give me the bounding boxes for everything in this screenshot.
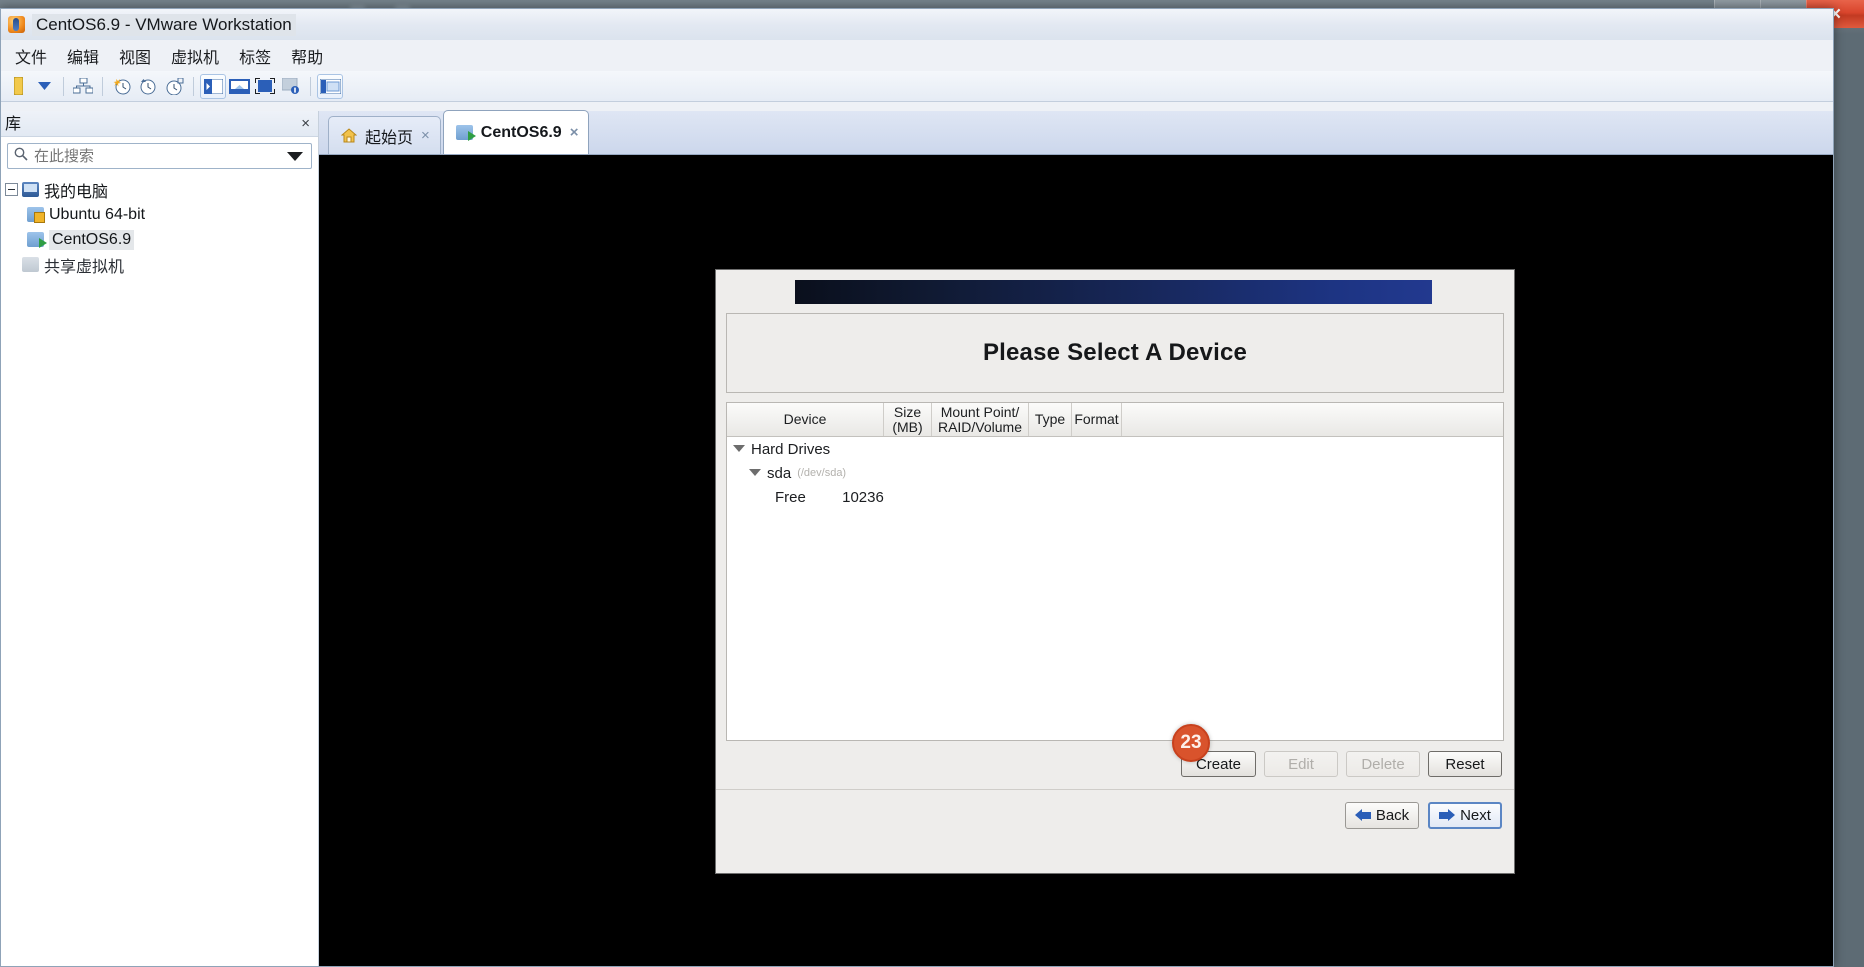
table-body: Hard Drives sda (/dev/sda) Free 10236 xyxy=(727,437,1503,740)
cell-device: Free xyxy=(775,488,806,506)
tab-label: CentOS6.9 xyxy=(480,123,562,141)
column-header-mount-line2: RAID/Volume xyxy=(937,418,1023,435)
cell-device-path: (/dev/sda) xyxy=(797,467,847,479)
tree-item-centos[interactable]: CentOS6.9 xyxy=(1,227,318,252)
chevron-down-icon[interactable] xyxy=(749,467,761,479)
revert-snapshot-icon[interactable] xyxy=(135,74,161,99)
vm-settings-icon[interactable] xyxy=(278,74,304,99)
tab-centos[interactable]: CentOS6.9 × xyxy=(442,110,590,154)
edit-button: Edit xyxy=(1264,751,1338,777)
column-header-format[interactable]: Format xyxy=(1072,403,1122,436)
column-header-size-line2: (MB) xyxy=(892,418,923,435)
take-snapshot-icon[interactable] xyxy=(109,74,135,99)
arrow-left-icon xyxy=(1354,809,1371,822)
fullscreen-stretch-icon[interactable] xyxy=(226,74,252,99)
column-header-filler xyxy=(1122,403,1503,436)
show-library-icon[interactable] xyxy=(317,73,343,99)
table-row[interactable]: Hard Drives xyxy=(727,437,1503,461)
device-table: Device Size (MB) Mount Point/ RAID/Volum… xyxy=(726,402,1504,741)
screen: ································ × CentO… xyxy=(0,0,1864,967)
power-menu-caret-icon[interactable] xyxy=(31,74,57,99)
chevron-down-icon[interactable] xyxy=(733,443,745,455)
delete-button: Delete xyxy=(1346,751,1420,777)
menu-view[interactable]: 视图 xyxy=(109,41,161,71)
menu-file[interactable]: 文件 xyxy=(5,41,57,71)
next-button[interactable]: Next xyxy=(1428,802,1502,829)
reset-button[interactable]: Reset xyxy=(1428,751,1502,777)
home-icon xyxy=(340,128,358,143)
device-action-buttons: Create Edit Delete Reset xyxy=(716,751,1502,777)
library-header: 库 × xyxy=(1,111,318,137)
tab-home[interactable]: 起始页 × xyxy=(328,116,441,154)
unity-mode-icon[interactable] xyxy=(252,74,278,99)
select-device-dialog: Please Select A Device Device Size (MB) … xyxy=(715,269,1515,874)
menu-vm[interactable]: 虚拟机 xyxy=(161,41,229,71)
page-title: Please Select A Device xyxy=(982,339,1248,366)
cell-size: 10236 xyxy=(842,488,884,506)
tree-item-label: Ubuntu 64-bit xyxy=(49,205,146,223)
cell-device: Hard Drives xyxy=(751,440,831,458)
tab-label: 起始页 xyxy=(365,129,414,147)
tree-item-label: CentOS6.9 xyxy=(49,229,135,250)
column-header-device[interactable]: Device xyxy=(727,403,884,436)
menu-bar: 文件 编辑 视图 虚拟机 标签 帮助 xyxy=(1,40,1833,71)
vmware-icon xyxy=(8,16,25,33)
back-button[interactable]: Back xyxy=(1345,802,1419,829)
menu-help[interactable]: 帮助 xyxy=(281,41,333,71)
title-bar: CentOS6.9 - VMware Workstation xyxy=(1,9,1833,40)
tab-strip: 起始页 × CentOS6.9 × xyxy=(319,110,1833,155)
banner-area xyxy=(716,270,1514,304)
tree-item-my-computer[interactable]: 我的电脑 xyxy=(1,177,318,202)
search-input[interactable] xyxy=(34,147,279,165)
column-header-size[interactable]: Size (MB) xyxy=(884,403,932,436)
menu-tabs[interactable]: 标签 xyxy=(229,41,281,71)
table-row[interactable]: sda (/dev/sda) xyxy=(727,461,1503,485)
table-header-row: Device Size (MB) Mount Point/ RAID/Volum… xyxy=(727,403,1503,437)
tool-bar xyxy=(1,71,1833,102)
vm-running-icon xyxy=(455,125,476,141)
library-search[interactable] xyxy=(7,143,312,169)
divider xyxy=(716,789,1514,790)
menu-edit[interactable]: 编辑 xyxy=(57,41,109,71)
window-title: CentOS6.9 - VMware Workstation xyxy=(32,13,296,36)
column-header-size-line1: Size xyxy=(893,403,922,420)
dialog-title-panel: Please Select A Device xyxy=(726,313,1504,393)
table-row[interactable]: Free 10236 xyxy=(727,485,1503,509)
expander-icon[interactable] xyxy=(5,183,18,196)
wizard-nav-buttons: Back Next xyxy=(716,802,1502,829)
next-button-label: Next xyxy=(1460,807,1491,824)
tab-close-icon[interactable]: × xyxy=(421,127,430,144)
console-view-icon[interactable] xyxy=(200,73,226,99)
cell-device: sda xyxy=(767,464,792,482)
library-close-icon[interactable]: × xyxy=(301,115,310,132)
arrow-right-icon xyxy=(1439,809,1456,822)
shared-vm-icon xyxy=(22,257,39,272)
search-icon xyxy=(14,147,28,166)
power-dropdown-icon[interactable] xyxy=(5,74,31,99)
monitor-icon xyxy=(22,182,39,197)
tab-close-icon[interactable]: × xyxy=(570,124,579,141)
manage-snapshots-icon[interactable] xyxy=(161,74,187,99)
snapshot-manager-icon[interactable] xyxy=(70,74,96,99)
tree-item-ubuntu[interactable]: Ubuntu 64-bit xyxy=(1,202,318,227)
library-tree: 我的电脑 Ubuntu 64-bit CentOS6.9 共享虚拟机 xyxy=(1,177,318,277)
annotation-badge: 23 xyxy=(1172,724,1210,762)
tree-item-label: 共享虚拟机 xyxy=(44,258,125,276)
search-dropdown-icon[interactable] xyxy=(287,151,303,161)
installer-banner xyxy=(795,280,1432,304)
library-title: 库 xyxy=(5,116,22,133)
column-header-mount-line1: Mount Point/ xyxy=(940,403,1020,420)
back-button-label: Back xyxy=(1375,807,1410,824)
tree-item-shared-vms[interactable]: 共享虚拟机 xyxy=(1,252,318,277)
vm-running-icon xyxy=(27,232,47,248)
tree-item-label: 我的电脑 xyxy=(44,183,109,201)
column-header-mount-point[interactable]: Mount Point/ RAID/Volume xyxy=(932,403,1029,436)
vm-paused-icon xyxy=(27,207,45,223)
column-header-type[interactable]: Type xyxy=(1029,403,1072,436)
library-sidebar: 库 × 我的电脑 xyxy=(1,111,319,966)
